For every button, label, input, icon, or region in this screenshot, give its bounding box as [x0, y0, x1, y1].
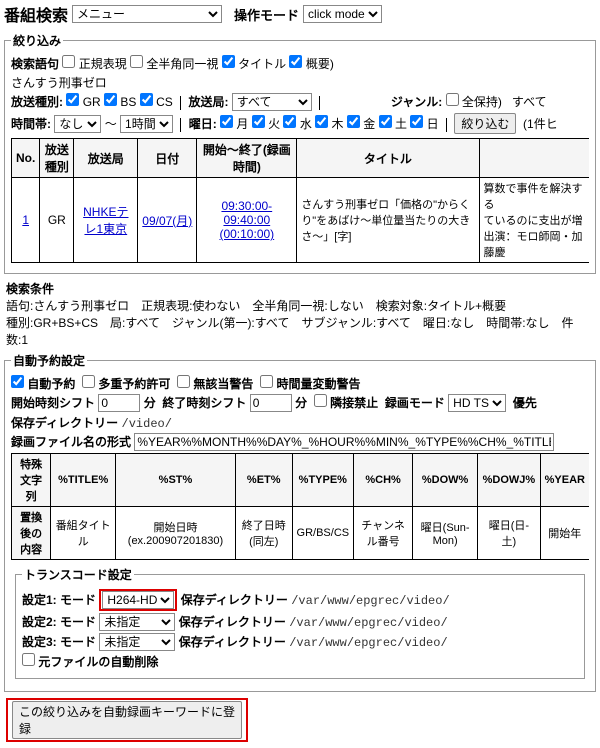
format-table: 特殊文字列 %TITLE% %ST% %ET% %TYPE% %CH% %DOW… [11, 453, 589, 560]
gr-check[interactable] [66, 93, 79, 106]
mode1-select[interactable]: H264-HD [102, 591, 174, 609]
wed-check[interactable] [283, 115, 296, 128]
mode3-select[interactable]: 未指定 [99, 633, 175, 651]
dir3-value: /var/www/epgrec/video/ [289, 636, 447, 650]
table-row: 1 GR NHKEテレ1東京 09/07(月) 09:30:00-09:40:0… [12, 178, 590, 263]
tue-check[interactable] [252, 115, 265, 128]
th-no: No. [12, 139, 40, 178]
fri-check[interactable] [347, 115, 360, 128]
bs-check[interactable] [104, 93, 117, 106]
recmode-select[interactable]: HD TS [448, 394, 506, 412]
timezone-from-select[interactable]: なし [54, 115, 101, 133]
phrase-label: 検索語句 [11, 57, 59, 71]
timezone-label: 時間帯: [11, 117, 51, 131]
page-title: 番組検索 [4, 2, 68, 26]
summary-label: 概要) [306, 57, 334, 71]
dir2-value: /var/www/epgrec/video/ [289, 616, 447, 630]
dir1-value: /var/www/epgrec/video/ [291, 594, 449, 608]
start-shift-input[interactable] [98, 394, 140, 412]
sun-check[interactable] [410, 115, 423, 128]
nowarn-check[interactable] [177, 375, 190, 388]
hits-suffix: (1件ヒ [523, 117, 558, 131]
title-label: タイトル [238, 57, 286, 71]
allkeep-label: 全保持) [462, 95, 502, 109]
transcode-fieldset: トランスコード設定 設定1: モード H264-HD 保存ディレクトリー /va… [15, 566, 585, 679]
op-mode-select[interactable]: click mode [303, 5, 382, 23]
adjacent-check[interactable] [314, 394, 327, 407]
th-date: 日付 [138, 139, 197, 178]
mon-check[interactable] [220, 115, 233, 128]
conditions-line2: 種別:GR+BS+CS 局:すべて ジャンル(第一):すべて サブジャンル:すべ… [6, 316, 574, 347]
row-date-link[interactable]: 09/07(月) [142, 214, 192, 228]
station-label: 放送局: [188, 95, 228, 109]
query-text: さんすう刑事ゼロ [11, 74, 589, 91]
results-table: No. 放送種別 放送局 日付 開始～終了(録画時間) タイトル 1 GR NH… [11, 138, 589, 263]
varlen-check[interactable] [260, 375, 273, 388]
thu-check[interactable] [315, 115, 328, 128]
autodelete-check[interactable] [22, 653, 35, 666]
filter-submit-button[interactable]: 絞り込む [454, 113, 516, 134]
th-kind: 放送種別 [40, 139, 74, 178]
filter-legend: 絞り込み [11, 32, 63, 49]
weekday-label: 曜日: [189, 117, 217, 131]
row-no-link[interactable]: 1 [22, 213, 29, 227]
autorec-fieldset: 自動予約設定 自動予約 多重予約許可 無該当警告 時間量変動警告 開始時刻シフト… [4, 352, 596, 692]
row-station-link[interactable]: NHKEテレ1東京 [83, 205, 128, 236]
th-title: タイトル [297, 139, 479, 178]
mode1-highlight: H264-HD [99, 589, 177, 611]
transcode-legend: トランスコード設定 [22, 566, 134, 583]
register-highlight: この絞り込みを自動録画キーワードに登録 [6, 698, 248, 742]
fname-input[interactable] [134, 433, 554, 451]
station-select[interactable]: すべて [232, 93, 312, 111]
menu-select[interactable]: メニュー [72, 5, 222, 23]
row-extra: 算数で事件を解決する ているのに支出が増 出演：モロ師岡・加藤慶 [479, 178, 589, 263]
row-time-link[interactable]: 09:30:00-09:40:00(00:10:00) [219, 199, 274, 241]
th-extra [479, 139, 589, 178]
row-title: さんすう刑事ゼロ「価格の"からくり"をあばけ〜単位量当たりの大きさ〜」[字] [297, 178, 479, 263]
savedir-value: /video/ [122, 417, 172, 431]
cs-check[interactable] [140, 93, 153, 106]
fullwidth-check[interactable] [130, 55, 143, 68]
table-header-row: No. 放送種別 放送局 日付 開始～終了(録画時間) タイトル [12, 139, 590, 178]
title-check[interactable] [222, 55, 235, 68]
th-station: 放送局 [74, 139, 138, 178]
op-mode-label: 操作モード [234, 5, 299, 24]
all-label: すべて [512, 95, 547, 109]
sat-check[interactable] [379, 115, 392, 128]
duration-select[interactable]: 1時間 [120, 115, 173, 133]
genre-label: ジャンル: [391, 95, 442, 109]
regex-label: 正規表現 [79, 57, 127, 71]
conditions-label: 検索条件 [6, 282, 54, 296]
cs-label: CS [156, 95, 173, 109]
mode2-select[interactable]: 未指定 [99, 613, 175, 631]
register-keyword-button[interactable]: この絞り込みを自動録画キーワードに登録 [12, 701, 242, 739]
overlap-check[interactable] [82, 375, 95, 388]
conditions-line1: 語句:さんすう刑事ゼロ 正規表現:使わない 全半角同一視:しない 検索対象:タイ… [6, 299, 506, 313]
broadcast-label: 放送種別: [11, 95, 63, 109]
bs-label: BS [120, 95, 136, 109]
autorec-check[interactable] [11, 375, 24, 388]
fullwidth-label: 全半角同一視 [146, 57, 218, 71]
regex-check[interactable] [62, 55, 75, 68]
end-shift-input[interactable] [250, 394, 292, 412]
autorec-legend: 自動予約設定 [11, 352, 87, 369]
summary-check[interactable] [289, 55, 302, 68]
th-time: 開始～終了(録画時間) [197, 139, 297, 178]
row-kind: GR [40, 178, 74, 263]
filter-fieldset: 絞り込み 検索語句 正規表現 全半角同一視 タイトル 概要) さんすう刑事ゼロ … [4, 32, 596, 274]
gr-label: GR [83, 95, 101, 109]
tilde: ～ [105, 117, 117, 131]
allkeep-check[interactable] [446, 93, 459, 106]
